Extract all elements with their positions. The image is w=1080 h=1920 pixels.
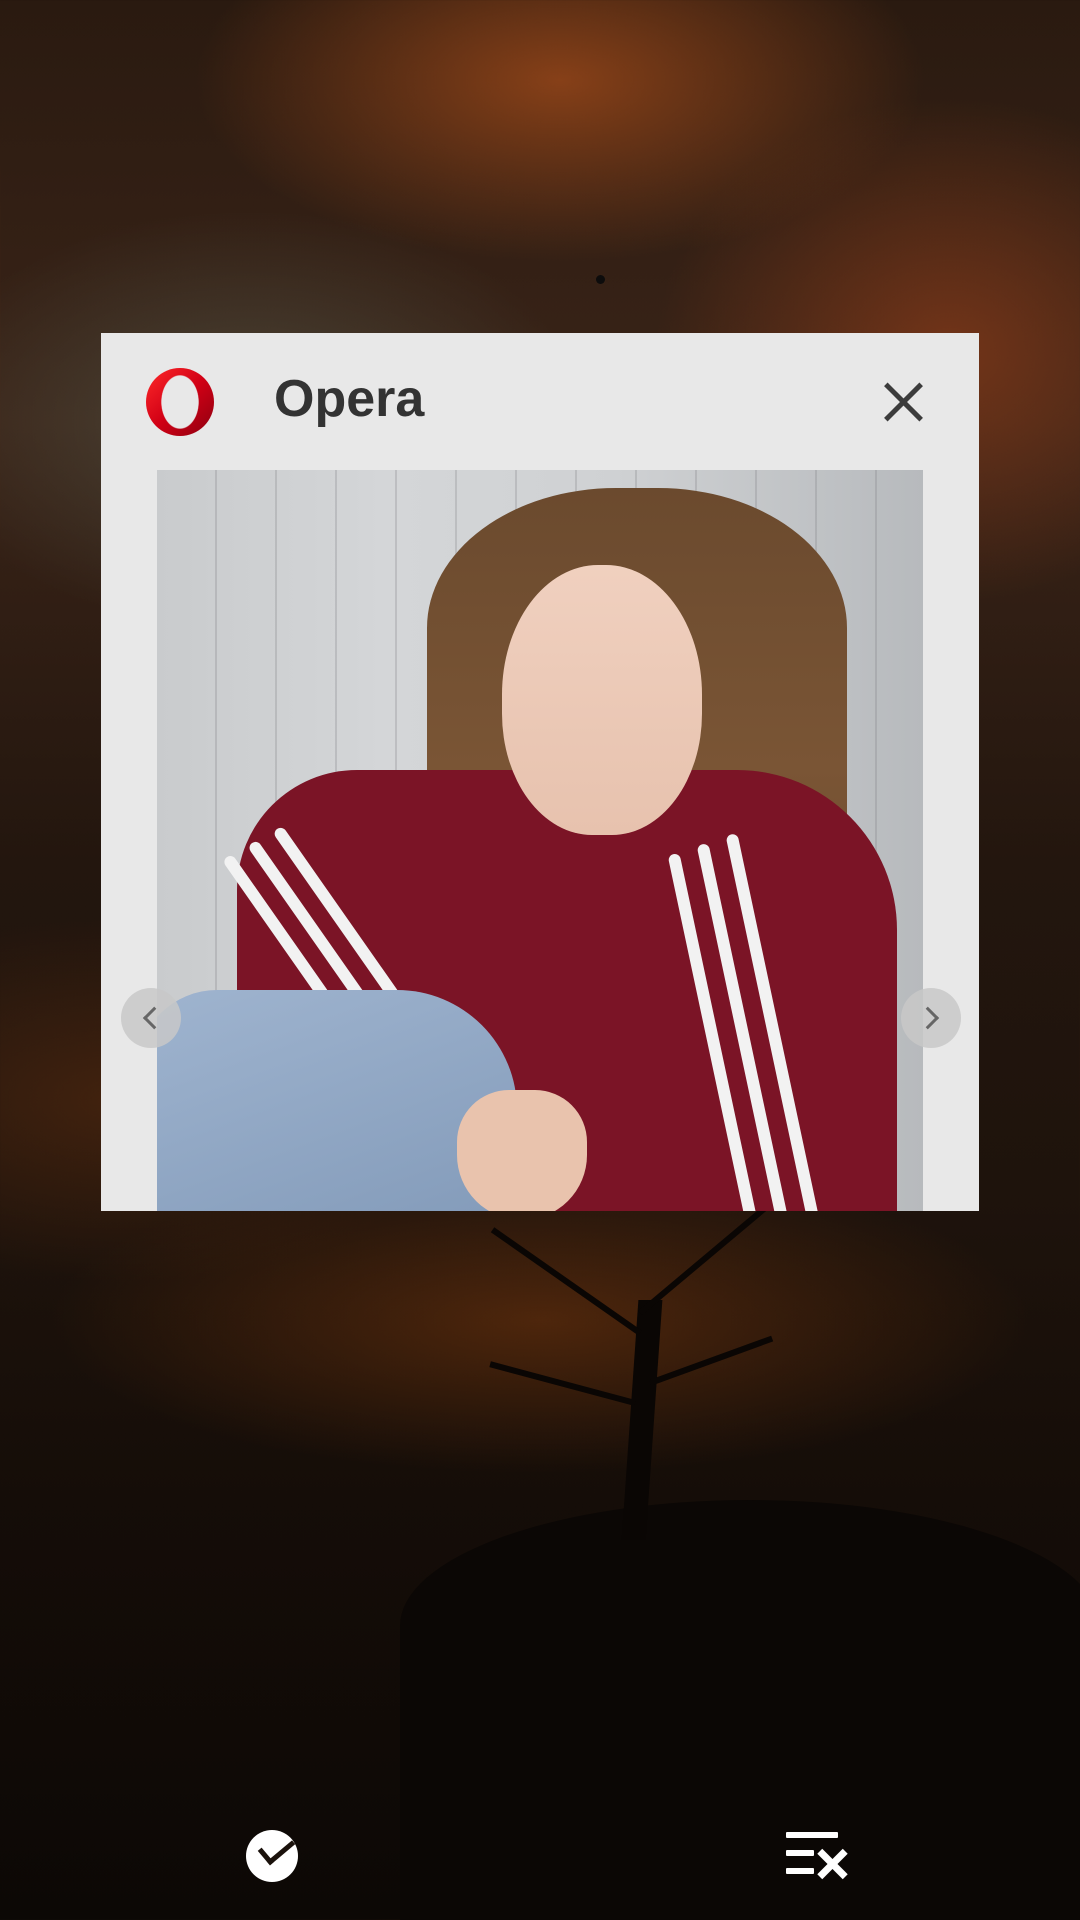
page-indicator-dot — [596, 275, 605, 284]
clear-all-line — [786, 1868, 814, 1874]
clear-all-line — [786, 1832, 838, 1838]
wallpaper-hill — [400, 1500, 1080, 1920]
boost-button[interactable] — [236, 1820, 306, 1890]
close-icon[interactable] — [873, 373, 933, 433]
boost-icon — [246, 1830, 298, 1882]
opera-logo-icon — [146, 368, 214, 436]
app-preview-thumbnail[interactable] — [157, 470, 923, 1211]
clear-all-icon — [816, 1848, 848, 1880]
chevron-right-icon[interactable] — [901, 988, 961, 1048]
wallpaper-tree-branch — [489, 1361, 636, 1406]
app-title: Opera — [274, 370, 425, 428]
wallpaper-tree-branch — [490, 1227, 642, 1336]
chevron-left-icon[interactable] — [121, 988, 181, 1048]
recent-app-card[interactable]: Opera — [101, 333, 979, 1211]
preview-hand — [457, 1090, 587, 1211]
clear-all-line — [786, 1850, 814, 1856]
wallpaper-tree-branch — [638, 1201, 773, 1316]
wallpaper-tree-branch — [648, 1335, 774, 1386]
clear-all-button[interactable] — [780, 1820, 850, 1890]
card-header: Opera — [101, 333, 979, 470]
preview-face — [502, 565, 702, 835]
